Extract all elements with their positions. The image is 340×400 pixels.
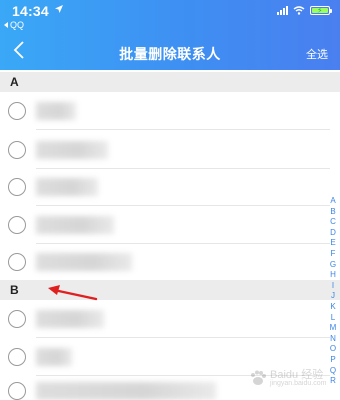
index-letter-e[interactable]: E xyxy=(328,238,338,249)
select-all-button[interactable]: 全选 xyxy=(306,46,328,62)
index-letter-n[interactable]: N xyxy=(328,334,338,345)
index-letter-a[interactable]: A xyxy=(328,196,338,207)
back-triangle-icon xyxy=(4,22,8,28)
index-letter-b[interactable]: B xyxy=(328,207,338,218)
paw-logo-icon xyxy=(251,370,266,385)
index-letter-c[interactable]: C xyxy=(328,217,338,228)
header-bar: 14:34 QQ ⚡ 批量删除联系人 全选 xyxy=(0,0,340,70)
contact-name-blurred xyxy=(36,178,98,196)
select-radio[interactable] xyxy=(8,382,26,400)
index-letter-l[interactable]: L xyxy=(328,313,338,324)
alphabet-index[interactable]: ABCDEFGHIJKLMNOPQR xyxy=(328,196,338,387)
contact-row[interactable] xyxy=(0,243,330,281)
contact-name-blurred xyxy=(36,216,114,234)
index-letter-j[interactable]: J xyxy=(328,291,338,302)
back-app-label: QQ xyxy=(10,20,25,30)
index-letter-k[interactable]: K xyxy=(328,302,338,313)
index-letter-o[interactable]: O xyxy=(328,344,338,355)
contact-row[interactable] xyxy=(0,300,330,338)
status-time: 14:34 xyxy=(12,3,49,19)
contact-row[interactable] xyxy=(0,131,330,169)
wifi-icon xyxy=(293,6,305,15)
index-letter-f[interactable]: F xyxy=(328,249,338,260)
signal-icon xyxy=(277,6,288,15)
select-radio[interactable] xyxy=(8,102,26,120)
red-arrow-annotation xyxy=(48,285,98,301)
baidu-watermark: Baidu 经验 jingyan.baidu.com xyxy=(248,364,338,394)
contact-name-blurred xyxy=(36,253,132,271)
contact-name-blurred xyxy=(36,382,216,400)
location-arrow-icon xyxy=(55,5,63,13)
page-title: 批量删除联系人 xyxy=(119,46,221,62)
contact-name-blurred xyxy=(36,348,72,366)
section-header-a: A xyxy=(0,72,340,92)
battery-icon: ⚡ xyxy=(310,6,332,15)
select-radio[interactable] xyxy=(8,253,26,271)
select-radio[interactable] xyxy=(8,141,26,159)
contact-row[interactable] xyxy=(0,92,330,130)
select-radio[interactable] xyxy=(8,216,26,234)
select-radio[interactable] xyxy=(8,310,26,328)
watermark-url: jingyan.baidu.com xyxy=(270,380,327,387)
index-letter-g[interactable]: G xyxy=(328,260,338,271)
index-letter-i[interactable]: I xyxy=(328,281,338,292)
index-letter-m[interactable]: M xyxy=(328,323,338,334)
select-radio[interactable] xyxy=(8,178,26,196)
contact-name-blurred xyxy=(36,141,108,159)
system-icons: ⚡ xyxy=(277,6,332,15)
index-letter-d[interactable]: D xyxy=(328,228,338,239)
contact-name-blurred xyxy=(36,310,104,328)
contact-row[interactable] xyxy=(0,206,330,244)
select-radio[interactable] xyxy=(8,348,26,366)
index-letter-h[interactable]: H xyxy=(328,270,338,281)
back-to-app[interactable]: QQ xyxy=(4,20,24,30)
contact-name-blurred xyxy=(36,102,76,120)
contact-row[interactable] xyxy=(0,168,330,206)
